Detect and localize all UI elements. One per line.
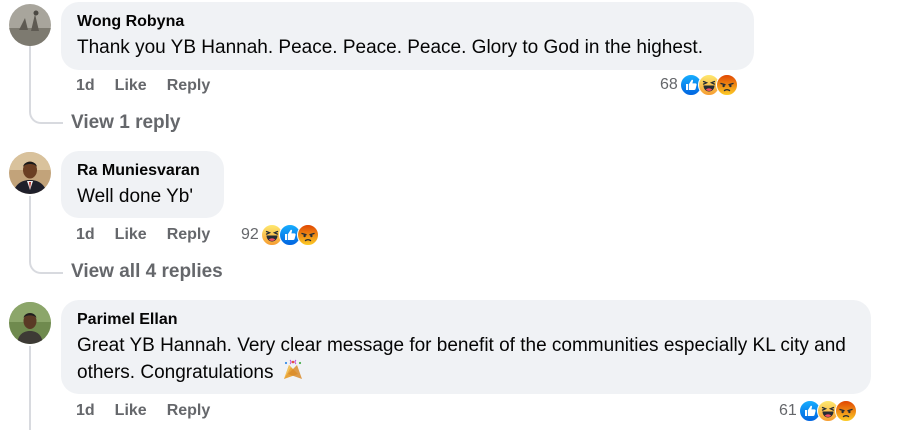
comment-actions: 1d Like Reply [76,225,210,245]
like-button[interactable]: Like [115,77,147,95]
angry-icon [716,74,738,96]
comment-bubble: Parimel Ellan Great YB Hannah. Very clea… [61,300,871,394]
like-button[interactable]: Like [115,226,147,244]
reaction-summary[interactable]: 68 [660,74,738,96]
angry-icon [297,224,319,246]
party-popper-icon [283,359,302,379]
thread-line [29,196,31,260]
view-replies-link[interactable]: View 1 reply [71,112,181,134]
like-button[interactable]: Like [115,402,147,420]
thread-line [29,346,31,430]
comment-text: Well done Yb' [77,186,193,207]
comment-text: Thank you YB Hannah. Peace. Peace. Peace… [77,37,703,58]
comment-author[interactable]: Wong Robyna [77,12,738,32]
comment-actions: 1d Like Reply [76,76,210,96]
avatar[interactable] [9,152,51,194]
reply-button[interactable]: Reply [167,402,211,420]
reaction-count: 68 [660,76,678,93]
avatar[interactable] [9,4,51,46]
comment-author[interactable]: Parimel Ellan [77,310,855,330]
thread-elbow [29,102,63,124]
thread-elbow [29,252,63,274]
comment-time[interactable]: 1d [76,226,95,244]
thread-line [29,46,31,110]
comment-text: Great YB Hannah. Very clear message for … [77,335,846,383]
reply-button[interactable]: Reply [167,77,211,95]
reaction-count: 92 [241,226,259,243]
reaction-summary[interactable]: 92 [241,224,319,246]
comment-text-wrap: Great YB Hannah. Very clear message for … [77,332,855,386]
reaction-count: 61 [779,402,797,419]
comment-author[interactable]: Ra Muniesvaran [77,161,208,181]
view-replies-link[interactable]: View all 4 replies [71,261,223,283]
avatar[interactable] [9,302,51,344]
angry-icon [835,400,857,422]
comment-time[interactable]: 1d [76,77,95,95]
reply-button[interactable]: Reply [167,226,211,244]
comment-bubble: Ra Muniesvaran Well done Yb' [61,151,224,218]
comment-bubble: Wong Robyna Thank you YB Hannah. Peace. … [61,2,754,70]
comment-time[interactable]: 1d [76,402,95,420]
comment-actions: 1d Like Reply [76,401,210,421]
reaction-summary[interactable]: 61 [779,400,857,422]
